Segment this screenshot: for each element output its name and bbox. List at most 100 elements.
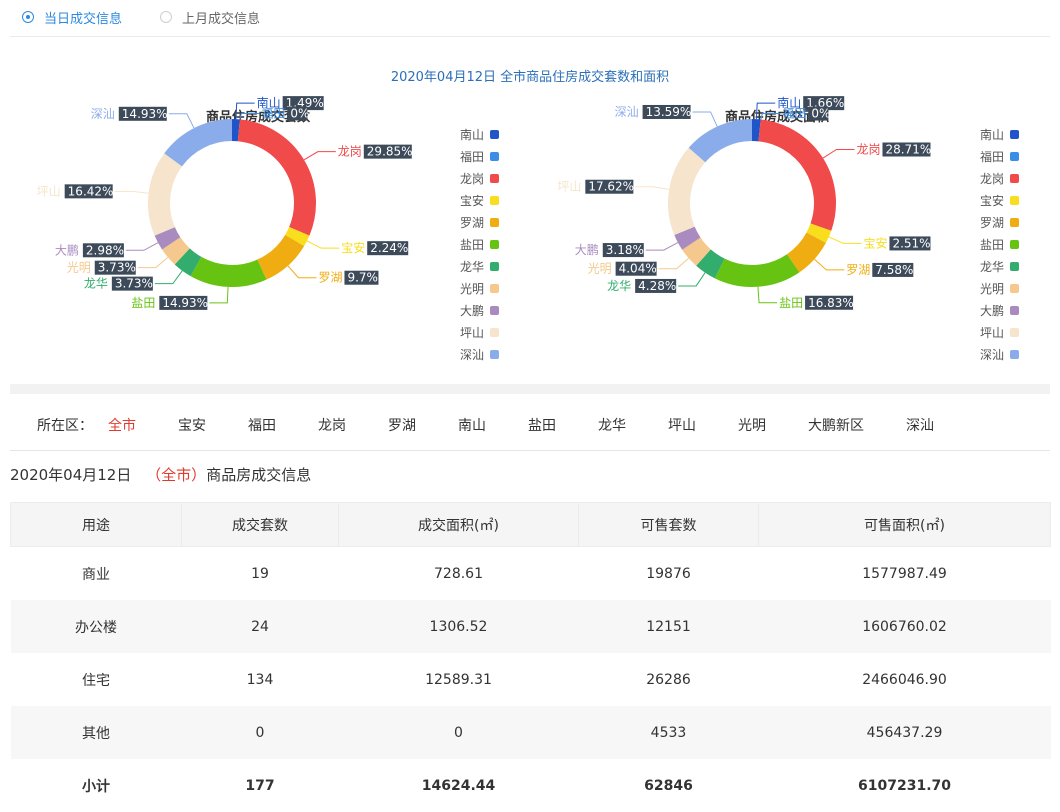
legend-swatch <box>1010 350 1019 359</box>
percent-label: 2.24% <box>370 241 408 255</box>
legend-label: 福田 <box>460 149 484 164</box>
leader-line <box>115 191 149 193</box>
percent-label: 13.59% <box>646 105 692 119</box>
col-available-units: 可售套数 <box>579 503 759 547</box>
percent-label: 16.83% <box>808 296 854 310</box>
donut-slice <box>182 256 196 266</box>
tab-today[interactable]: 当日成交信息 <box>22 8 122 26</box>
leader-line <box>169 114 194 128</box>
slice-name-label: 深汕 <box>615 105 639 119</box>
transaction-table: 用途 成交套数 成交面积(㎡) 可售套数 可售面积(㎡) 商业 19 728.6… <box>10 502 1051 812</box>
donut-slice <box>165 231 171 243</box>
leader-line <box>635 187 669 190</box>
cell: 0 <box>182 706 339 759</box>
table-title: 2020年04月12日 （全市）商品房成交信息 <box>10 464 311 485</box>
cell: 19876 <box>579 547 759 601</box>
legend-swatch <box>490 328 499 337</box>
radio-selected-icon <box>22 11 34 23</box>
district-all[interactable]: 全市 <box>108 415 136 435</box>
legend-label: 大鹏 <box>460 304 484 318</box>
legend-swatch <box>1010 130 1019 139</box>
legend-label: 龙岗 <box>980 172 1004 186</box>
table-row: 办公楼 24 1306.52 12151 1606760.02 <box>11 600 1051 653</box>
slice-name-label: 大鹏 <box>55 243 79 257</box>
legend-label: 盐田 <box>980 238 1004 252</box>
legend-swatch <box>1010 196 1019 205</box>
cell: 19 <box>182 547 339 601</box>
legend-swatch <box>490 174 499 183</box>
legend-label: 南山 <box>980 127 1004 142</box>
legend-swatch <box>1010 174 1019 183</box>
cell: 0 <box>339 706 579 759</box>
slice-name-label: 龙岗 <box>856 142 880 156</box>
col-deal-area: 成交面积(㎡) <box>339 503 579 547</box>
legend-label: 龙华 <box>460 260 484 274</box>
percent-label: 4.04% <box>619 262 657 276</box>
percent-label: 29.85% <box>367 145 413 159</box>
leader-line <box>693 112 718 127</box>
district-filter-label: 所在区： <box>37 415 93 435</box>
col-usage: 用途 <box>11 503 182 547</box>
donut-slice <box>295 231 300 240</box>
district-dapeng[interactable]: 大鹏新区 <box>808 415 864 435</box>
slice-name-label: 宝安 <box>863 235 887 250</box>
cell: 2466046.90 <box>759 653 1051 706</box>
district-longgang[interactable]: 龙岗 <box>318 415 346 435</box>
percent-label: 3.73% <box>115 277 153 291</box>
slice-name-label: 坪山 <box>37 184 61 198</box>
legend-label: 光明 <box>980 282 1004 296</box>
col-deal-units: 成交套数 <box>182 503 339 547</box>
slice-name-label: 光明 <box>67 261 91 275</box>
legend-label: 坪山 <box>460 326 484 340</box>
slice-name-label: 深汕 <box>91 107 115 121</box>
slice-name-label: 坪山 <box>557 180 581 194</box>
district-longhua[interactable]: 龙华 <box>598 415 626 435</box>
cell: 12151 <box>579 600 759 653</box>
district-yantian[interactable]: 盐田 <box>528 415 556 435</box>
leader-line <box>678 273 705 286</box>
radio-unselected-icon <box>160 11 172 23</box>
tab-last-month[interactable]: 上月成交信息 <box>160 8 260 26</box>
donut-slice <box>262 240 295 269</box>
tab-today-label: 当日成交信息 <box>44 8 122 27</box>
legend-label: 深汕 <box>460 348 484 362</box>
cell: 4533 <box>579 706 759 759</box>
percent-label: 16.42% <box>68 184 114 198</box>
legend-swatch <box>1010 152 1019 161</box>
district-pingshan[interactable]: 坪山 <box>668 415 696 435</box>
donut-slice <box>720 263 793 276</box>
legend-swatch <box>1010 328 1019 337</box>
district-luohu[interactable]: 罗湖 <box>388 415 416 435</box>
legend-swatch <box>1010 262 1019 271</box>
leader-line <box>758 287 777 303</box>
cell: 1577987.49 <box>759 547 1051 601</box>
percent-label: 14.93% <box>122 107 168 121</box>
table-row: 住宅 134 12589.31 26286 2466046.90 <box>11 653 1051 706</box>
legend-label: 宝安 <box>460 193 484 208</box>
district-shenshan[interactable]: 深汕 <box>906 415 934 435</box>
percent-label: 2.51% <box>892 236 930 250</box>
table-title-close-paren: ） <box>191 466 206 484</box>
tab-last-month-label: 上月成交信息 <box>182 8 260 27</box>
district-guangming[interactable]: 光明 <box>738 415 766 435</box>
slice-name-label: 福田 <box>261 105 285 120</box>
slice-name-label: 盐田 <box>779 296 803 310</box>
district-nanshan[interactable]: 南山 <box>458 415 486 435</box>
donut-slice <box>703 258 719 269</box>
cell: 1306.52 <box>339 600 579 653</box>
leader-line <box>814 259 844 270</box>
legend-label: 龙华 <box>980 260 1004 274</box>
cell: 商业 <box>11 547 182 601</box>
legend-swatch <box>490 240 499 249</box>
slice-name-label: 龙岗 <box>338 145 362 159</box>
donut-slice <box>171 243 182 256</box>
percent-label: 0% <box>290 106 309 120</box>
district-futian[interactable]: 福田 <box>248 415 276 435</box>
district-baoan[interactable]: 宝安 <box>178 415 206 435</box>
cell: 6107231.70 <box>759 759 1051 812</box>
table-title-district: 全市 <box>161 466 191 484</box>
legend-label: 宝安 <box>980 193 1004 208</box>
percent-label: 28.71% <box>885 142 931 156</box>
leader-line <box>288 266 317 278</box>
section-divider <box>10 384 1050 394</box>
